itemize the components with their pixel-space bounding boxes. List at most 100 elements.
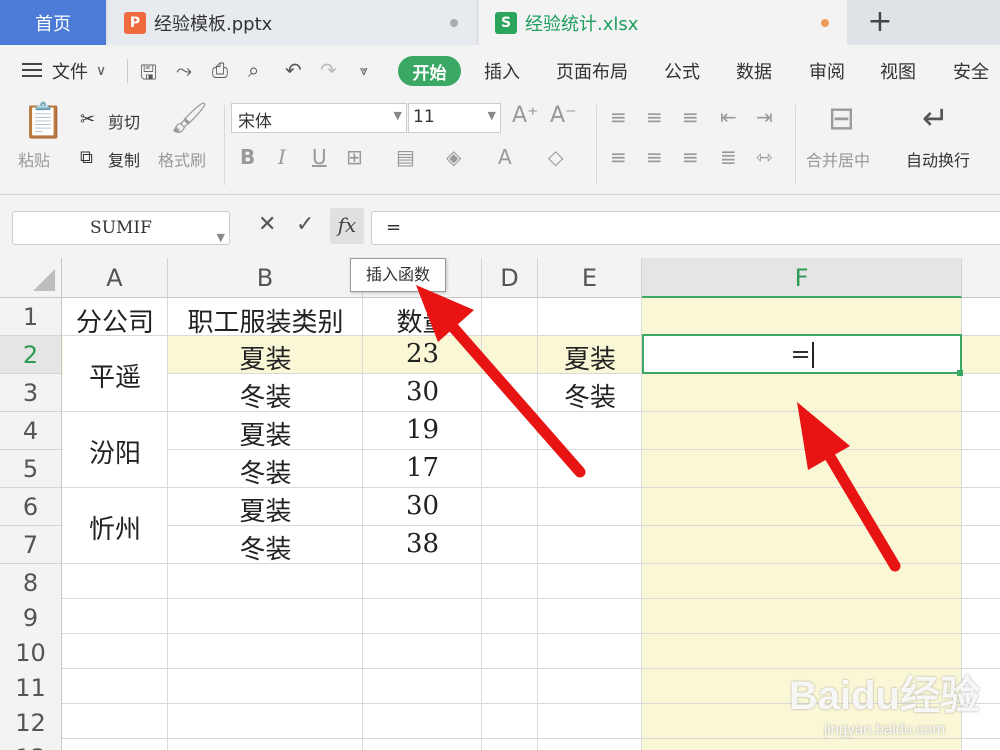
- tab-data[interactable]: 数据: [736, 58, 772, 84]
- cell-b5[interactable]: 冬装: [168, 453, 363, 490]
- cell-c1[interactable]: 数量: [363, 302, 482, 339]
- fill-color-icon[interactable]: ◈: [446, 145, 461, 169]
- decrease-font-icon[interactable]: A⁻: [550, 103, 577, 128]
- font-name-select[interactable]: 宋体 ▼: [231, 103, 407, 133]
- column-header-a[interactable]: A: [62, 258, 168, 298]
- cell-e3[interactable]: 冬装: [538, 377, 642, 414]
- cell-c7[interactable]: 38: [363, 529, 482, 559]
- row-header[interactable]: 9: [0, 599, 62, 637]
- tab-insert[interactable]: 插入: [484, 58, 520, 84]
- font-color-icon[interactable]: A: [498, 145, 512, 169]
- cell-e2[interactable]: 夏装: [538, 339, 642, 376]
- indent-icon[interactable]: ⇥: [756, 105, 773, 129]
- cell-a1[interactable]: 分公司: [62, 302, 168, 339]
- align-left-icon[interactable]: ≡: [610, 145, 627, 169]
- tab-formulas[interactable]: 公式: [664, 58, 700, 84]
- underline-button[interactable]: U: [312, 145, 327, 169]
- row-header[interactable]: 6: [0, 488, 62, 526]
- row-header[interactable]: 5: [0, 450, 62, 488]
- redo-icon[interactable]: ↷: [320, 58, 337, 82]
- new-tab-button[interactable]: +: [862, 4, 898, 39]
- cell-a6[interactable]: 忻州: [62, 509, 168, 546]
- select-all-button[interactable]: [0, 258, 62, 298]
- tab-review[interactable]: 审阅: [809, 58, 845, 84]
- print-preview-icon[interactable]: ⌕: [248, 58, 259, 82]
- tab-start[interactable]: 开始: [398, 56, 461, 86]
- bold-button[interactable]: B: [240, 145, 255, 169]
- paste-icon[interactable]: 📋: [22, 101, 64, 141]
- align-top-icon[interactable]: ≡: [610, 105, 627, 129]
- cell-a4[interactable]: 汾阳: [62, 433, 168, 470]
- paste-button[interactable]: 粘贴: [18, 147, 50, 171]
- undo-icon[interactable]: ↶: [285, 58, 302, 82]
- cell-c6[interactable]: 30: [363, 491, 482, 521]
- save-icon[interactable]: 🖫: [140, 58, 157, 92]
- tab-page-layout[interactable]: 页面布局: [556, 58, 628, 84]
- justify-icon[interactable]: ≣: [720, 145, 737, 169]
- cell-c4[interactable]: 19: [363, 415, 482, 445]
- distribute-icon[interactable]: ⇿: [756, 145, 773, 169]
- column-header-b[interactable]: B: [168, 258, 363, 298]
- cell-c5[interactable]: 17: [363, 453, 482, 483]
- print-icon[interactable]: ⎙: [212, 58, 228, 82]
- active-cell-f2[interactable]: =: [642, 334, 962, 374]
- column-header-d[interactable]: D: [482, 258, 538, 298]
- row-header[interactable]: 7: [0, 526, 62, 564]
- cell-style-icon[interactable]: ▤: [396, 145, 415, 169]
- cell-b2[interactable]: 夏装: [168, 339, 363, 376]
- tab-view[interactable]: 视图: [880, 58, 916, 84]
- tab-pptx-file[interactable]: P 经验模板.pptx: [108, 0, 476, 45]
- cell-b7[interactable]: 冬装: [168, 529, 363, 566]
- customize-chevron-icon[interactable]: ⩔: [360, 63, 368, 79]
- confirm-check-icon[interactable]: ✓: [296, 212, 314, 237]
- cell-b4[interactable]: 夏装: [168, 415, 363, 452]
- insert-function-button[interactable]: fx: [330, 208, 364, 244]
- menu-file[interactable]: 文件: [52, 58, 88, 84]
- row-header[interactable]: 13: [0, 739, 62, 750]
- align-center-icon[interactable]: ≡: [646, 145, 663, 169]
- column-header-e[interactable]: E: [538, 258, 642, 298]
- column-header-f[interactable]: F: [642, 258, 962, 298]
- cell-a2[interactable]: 平遥: [62, 357, 168, 394]
- formula-input[interactable]: =: [371, 211, 1000, 245]
- copy-button[interactable]: 复制: [108, 147, 140, 171]
- cell-b6[interactable]: 夏装: [168, 491, 363, 528]
- outdent-icon[interactable]: ⇤: [720, 105, 737, 129]
- tab-security[interactable]: 安全: [953, 58, 989, 84]
- fill-handle[interactable]: [957, 370, 963, 376]
- row-header[interactable]: 10: [0, 634, 62, 672]
- column-header-g[interactable]: [962, 258, 1000, 298]
- name-box[interactable]: SUMIF ▼: [12, 211, 230, 245]
- clear-eraser-icon[interactable]: ◇: [548, 145, 563, 169]
- align-bottom-icon[interactable]: ≡: [682, 105, 699, 129]
- align-right-icon[interactable]: ≡: [682, 145, 699, 169]
- row-header[interactable]: 4: [0, 412, 62, 450]
- increase-font-icon[interactable]: A⁺: [512, 103, 539, 128]
- merge-center-button[interactable]: 合并居中: [806, 147, 870, 171]
- font-size-select[interactable]: 11 ▼: [408, 103, 501, 133]
- tab-home[interactable]: 首页: [0, 0, 106, 45]
- row-header[interactable]: 11: [0, 669, 62, 707]
- row-header[interactable]: 12: [0, 704, 62, 742]
- cell-c3[interactable]: 30: [363, 377, 482, 407]
- border-icon[interactable]: ⊞: [346, 145, 363, 169]
- row-header[interactable]: 8: [0, 564, 62, 602]
- cell-c2[interactable]: 23: [363, 339, 482, 369]
- row-header[interactable]: 2: [0, 336, 62, 374]
- italic-button[interactable]: I: [278, 145, 286, 169]
- cell-b3[interactable]: 冬装: [168, 377, 363, 414]
- cut-button[interactable]: 剪切: [108, 109, 140, 133]
- cell-b1[interactable]: 职工服装类别: [168, 302, 363, 339]
- spreadsheet-file-icon: S: [495, 11, 517, 34]
- row-header[interactable]: 3: [0, 374, 62, 412]
- row-header[interactable]: 1: [0, 298, 62, 336]
- menu-icon[interactable]: [22, 63, 42, 77]
- tab-xlsx-file[interactable]: S 经验统计.xlsx: [479, 0, 847, 45]
- cancel-icon[interactable]: ✕: [258, 212, 276, 237]
- wrap-text-button[interactable]: 自动换行: [906, 147, 970, 171]
- format-painter-button[interactable]: 格式刷: [158, 147, 206, 171]
- chevron-down-icon[interactable]: ∨: [96, 63, 106, 79]
- align-middle-icon[interactable]: ≡: [646, 105, 663, 129]
- menu-bar: 文件 ∨ 🖫 ⤳ ⎙ ⌕ ↶ ↷ ⩔ 开始 插入 页面布局 公式 数据 审阅 视…: [0, 45, 1000, 97]
- export-icon[interactable]: ⤳: [176, 58, 192, 82]
